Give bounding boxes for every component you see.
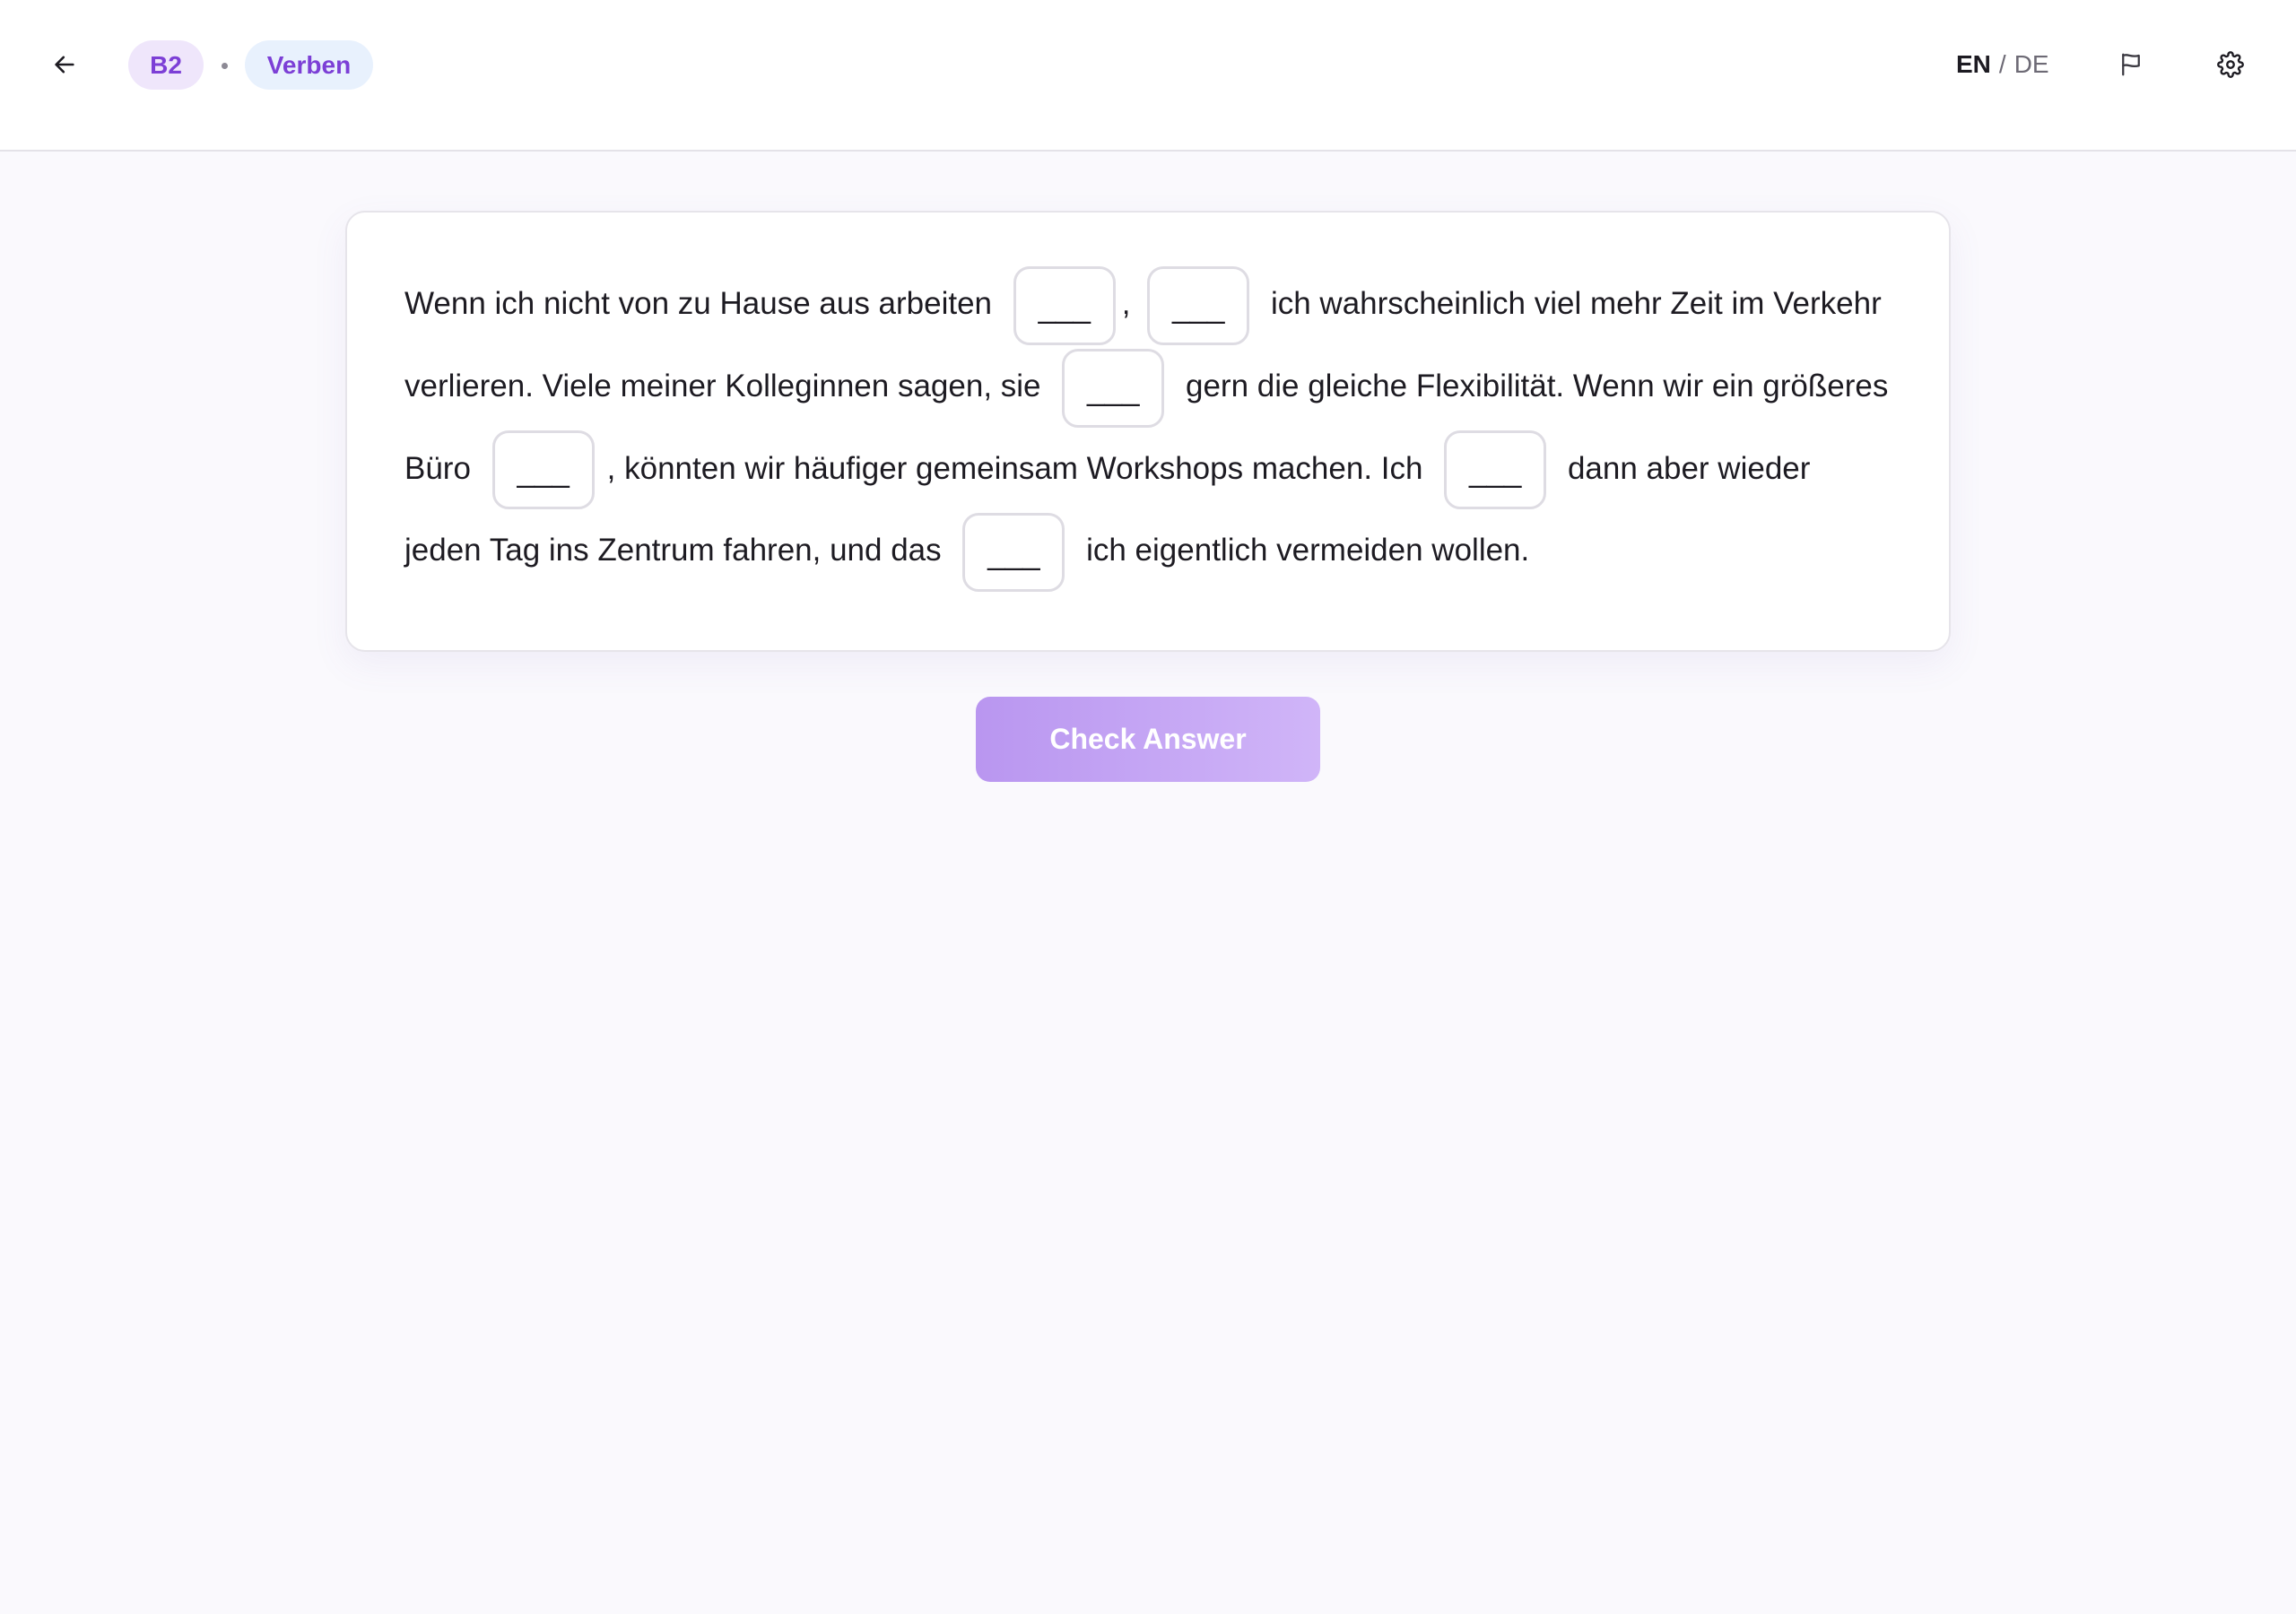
blank-input-1[interactable]: ___ [1013, 265, 1116, 345]
blank-input-6[interactable]: ___ [962, 513, 1065, 592]
report-button[interactable] [2113, 47, 2149, 82]
passage-text: ich eigentlich vermeiden wollen. [1086, 533, 1530, 568]
back-button[interactable] [47, 47, 83, 82]
blank-input-5[interactable]: ___ [1444, 430, 1547, 510]
cloze-passage: Wenn ich nicht von zu Hause aus arbeiten… [404, 263, 1892, 592]
lang-de-option[interactable]: DE [2014, 50, 2049, 79]
language-toggle[interactable]: EN / DE [1956, 47, 2049, 82]
top-bar: B2 Verben EN / DE [0, 0, 2296, 152]
blank-input-2[interactable]: ___ [1147, 265, 1250, 345]
check-answer-button[interactable]: Check Answer [976, 697, 1320, 782]
breadcrumb-separator [222, 63, 228, 69]
lang-en-option[interactable]: EN [1956, 50, 1991, 79]
blank-input-4[interactable]: ___ [491, 430, 595, 510]
flag-icon [2122, 53, 2140, 76]
gear-icon [2217, 51, 2244, 78]
passage-text: , könnten wir häufiger gemeinsam Worksho… [606, 450, 1423, 486]
arrow-left-icon [55, 56, 74, 74]
lang-separator: / [1998, 50, 2006, 78]
settings-button[interactable] [2213, 47, 2248, 82]
topic-badge: Verben [245, 40, 373, 90]
level-badge: B2 [128, 40, 204, 90]
blank-input-3[interactable]: ___ [1062, 348, 1165, 428]
exercise-card: Wenn ich nicht von zu Hause aus arbeiten… [345, 211, 1951, 652]
passage-text: , [1121, 286, 1131, 321]
passage-text: Wenn ich nicht von zu Hause aus arbeiten [404, 286, 993, 321]
